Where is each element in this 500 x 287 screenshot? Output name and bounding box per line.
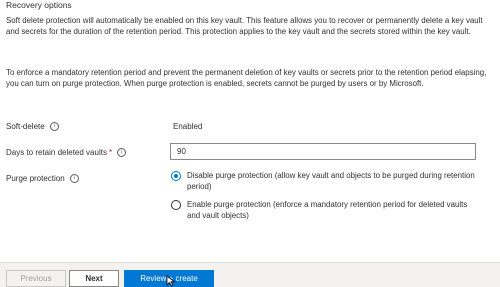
soft-delete-description: Soft delete protection will automaticall…: [6, 16, 483, 36]
soft-delete-label-row: Soft-delete i: [6, 121, 59, 132]
radio-label-disable: Disable purge protection (allow key vaul…: [187, 171, 475, 191]
radio-button-selected[interactable]: [171, 171, 181, 181]
purge-protection-description: To enforce a mandatory retention period …: [6, 68, 487, 88]
purge-protection-label: Purge protection: [6, 174, 65, 183]
soft-delete-value: Enabled: [173, 122, 203, 131]
previous-button[interactable]: Previous: [6, 270, 66, 287]
info-icon[interactable]: i: [117, 148, 127, 157]
radio-disable-purge-protection[interactable]: Disable purge protection (allow key vaul…: [171, 170, 491, 192]
key-vault-create-page: Recovery options Soft delete protection …: [0, 0, 500, 287]
required-marker: *: [108, 148, 113, 157]
retention-days-label: Days to retain deleted vaults: [6, 148, 107, 157]
retention-days-label-row: Days to retain deleted vaults * i: [6, 147, 127, 158]
retention-days-input[interactable]: 90: [170, 143, 476, 160]
radio-label-enable: Enable purge protection (enforce a manda…: [187, 200, 468, 220]
section-title: Recovery options: [6, 0, 72, 10]
soft-delete-label: Soft-delete: [6, 122, 45, 131]
purge-protection-label-row: Purge protection i: [6, 173, 79, 184]
info-icon[interactable]: i: [69, 174, 79, 183]
retention-days-value: 90: [177, 147, 186, 156]
mouse-cursor-icon: [166, 275, 176, 287]
next-button[interactable]: Next: [69, 270, 119, 287]
info-icon[interactable]: i: [49, 122, 59, 131]
radio-button-unselected[interactable]: [171, 200, 181, 210]
radio-enable-purge-protection[interactable]: Enable purge protection (enforce a manda…: [171, 199, 491, 221]
